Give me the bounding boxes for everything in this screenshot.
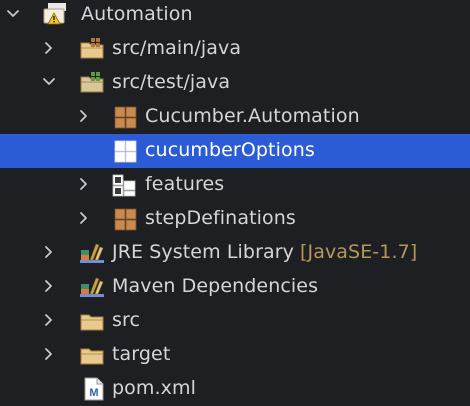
- chevron-right-icon[interactable]: [77, 109, 91, 123]
- tree-item-label: src/main/java: [112, 37, 242, 59]
- chevron-right-icon[interactable]: [42, 245, 56, 259]
- package-icon: [113, 105, 139, 129]
- tree-item-label: src: [112, 309, 141, 331]
- tree-item-label: Cucumber.Automation: [145, 105, 360, 127]
- tree-row-target[interactable]: target: [0, 338, 470, 372]
- source-folder-icon: [79, 37, 105, 61]
- tree-item-label: Maven Dependencies: [112, 275, 319, 297]
- tree-row-step-definations[interactable]: stepDefinations: [0, 202, 470, 236]
- maven-project-warning-icon: [42, 3, 68, 27]
- library-icon: [79, 275, 105, 299]
- project-explorer-tree: Automation src/main/java src/test/java C…: [0, 0, 470, 406]
- tree-item-label: src/test/java: [112, 71, 231, 93]
- tree-row-automation[interactable]: Automation: [0, 0, 470, 32]
- tree-row-pom-xml[interactable]: M pom.xml: [0, 372, 470, 406]
- tree-row-cucumber-automation[interactable]: Cucumber.Automation: [0, 100, 470, 134]
- folder-icon: [79, 309, 105, 333]
- chevron-right-icon[interactable]: [42, 279, 56, 293]
- tree-row-cucumber-options[interactable]: cucumberOptions: [0, 134, 470, 168]
- maven-file-icon: M: [82, 377, 108, 401]
- project-label: Automation: [81, 3, 193, 25]
- chevron-down-icon[interactable]: [42, 75, 56, 89]
- tree-item-label: JRE System Library [JavaSE-1.7]: [112, 241, 417, 263]
- library-name: JRE System Library: [112, 241, 294, 263]
- package-folder-icon: [111, 173, 137, 197]
- empty-package-icon: [113, 139, 139, 163]
- jre-version-decoration: [JavaSE-1.7]: [299, 241, 418, 263]
- tree-item-label: target: [112, 343, 171, 365]
- tree-row-jre-system-library[interactable]: JRE System Library [JavaSE-1.7]: [0, 236, 470, 270]
- tree-item-label: features: [145, 173, 225, 195]
- tree-row-src[interactable]: src: [0, 304, 470, 338]
- svg-text:M: M: [89, 387, 98, 399]
- chevron-down-icon[interactable]: [6, 7, 20, 21]
- folder-icon: [79, 343, 105, 367]
- test-source-folder-icon: [79, 71, 105, 95]
- chevron-right-icon[interactable]: [42, 41, 56, 55]
- package-icon: [113, 207, 139, 231]
- tree-row-maven-dependencies[interactable]: Maven Dependencies: [0, 270, 470, 304]
- tree-row-features[interactable]: features: [0, 168, 470, 202]
- chevron-right-icon[interactable]: [42, 313, 56, 327]
- tree-row-src-main-java[interactable]: src/main/java: [0, 32, 470, 66]
- chevron-right-icon[interactable]: [77, 211, 91, 225]
- tree-item-label: pom.xml: [112, 377, 196, 399]
- tree-item-label: cucumberOptions: [145, 139, 315, 161]
- library-icon: [79, 241, 105, 265]
- tree-item-label: stepDefinations: [145, 207, 296, 229]
- tree-row-src-test-java[interactable]: src/test/java: [0, 66, 470, 100]
- chevron-right-icon[interactable]: [42, 347, 56, 361]
- chevron-right-icon[interactable]: [77, 177, 91, 191]
